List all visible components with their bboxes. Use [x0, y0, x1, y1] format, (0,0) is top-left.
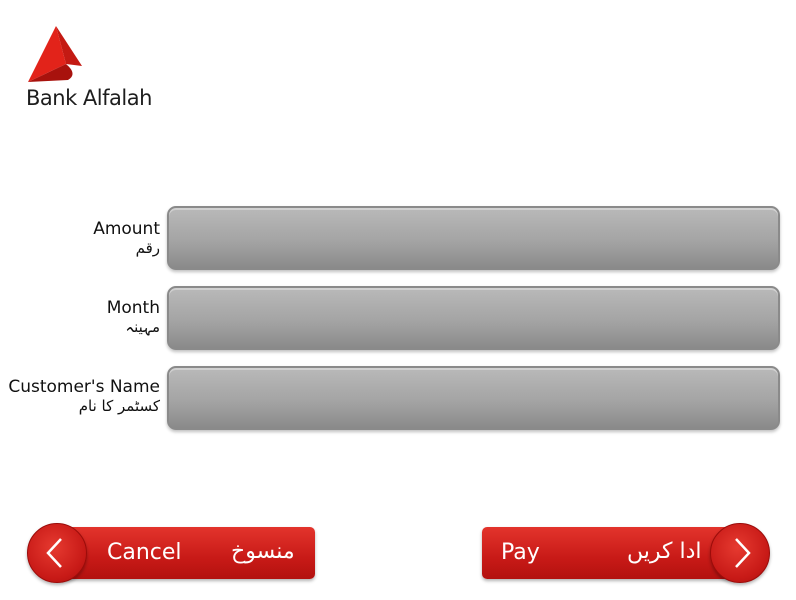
amount-label-ur: رقم [135, 239, 160, 257]
month-field[interactable] [167, 286, 780, 350]
chevron-left-icon [27, 523, 87, 583]
amount-label-en: Amount [93, 219, 160, 239]
month-label-en: Month [106, 298, 160, 318]
customer-name-field[interactable] [167, 366, 780, 430]
customer-name-label: Customer's Name کسٹمر کا نام [8, 377, 160, 415]
customer-name-label-ur: کسٹمر کا نام [78, 397, 160, 415]
pay-label-ur: ادا کریں [627, 539, 702, 564]
pay-label-en: Pay [501, 540, 540, 565]
amount-label: Amount رقم [93, 219, 160, 257]
bank-name: Bank Alfalah [26, 86, 152, 110]
cancel-label-ur: منسوخ [231, 539, 295, 564]
amount-field[interactable] [167, 206, 780, 270]
pay-button[interactable]: Pay ادا کریں [482, 523, 770, 583]
cancel-label-en: Cancel [107, 540, 182, 565]
month-label: Month مہینہ [107, 298, 160, 336]
logo-mark-icon [28, 26, 82, 82]
bank-logo: Bank Alfalah [26, 26, 166, 116]
customer-name-label-en: Customer's Name [8, 377, 160, 397]
month-label-ur: مہینہ [125, 318, 160, 336]
chevron-right-icon [710, 523, 770, 583]
cancel-button[interactable]: Cancel منسوخ [27, 523, 315, 583]
